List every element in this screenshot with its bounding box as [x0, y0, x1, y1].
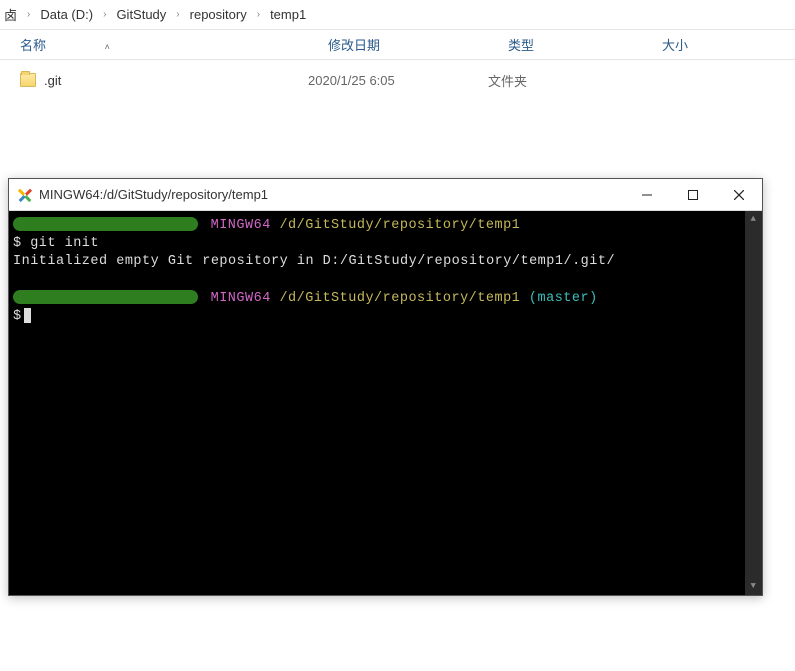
breadcrumb: 卤 › Data (D:) › GitStudy › repository › …	[0, 0, 795, 30]
file-name: .git	[44, 73, 61, 88]
terminal-command: $ git init	[13, 235, 762, 253]
folder-icon	[20, 73, 36, 87]
column-header-type[interactable]: 类型	[500, 35, 650, 54]
terminal-line: MINGW64 /d/GitStudy/repository/temp1 (ma…	[13, 290, 762, 308]
chevron-right-icon: ›	[251, 9, 266, 20]
window-title: MINGW64:/d/GitStudy/repository/temp1	[39, 187, 624, 202]
git-bash-icon	[17, 187, 33, 203]
file-list-header: 名称 ˄ 修改日期 类型 大小	[0, 30, 795, 60]
user-host-redacted	[13, 217, 198, 231]
breadcrumb-item-repository[interactable]: repository	[186, 7, 251, 22]
maximize-button[interactable]	[670, 179, 716, 211]
terminal-body[interactable]: MINGW64 /d/GitStudy/repository/temp1 $ g…	[9, 211, 762, 595]
chevron-right-icon: ›	[21, 9, 36, 20]
column-header-date[interactable]: 修改日期	[320, 35, 500, 54]
scroll-down-icon[interactable]: ▼	[745, 578, 762, 595]
terminal-output: Initialized empty Git repository in D:/G…	[13, 253, 762, 271]
chevron-right-icon: ›	[170, 9, 185, 20]
cursor-icon	[24, 308, 31, 323]
breadcrumb-item-gitstudy[interactable]: GitStudy	[112, 7, 170, 22]
user-host-redacted	[13, 290, 198, 304]
file-row[interactable]: .git 2020/1/25 6:05 文件夹	[0, 66, 795, 94]
breadcrumb-item-truncated[interactable]: 卤	[0, 5, 21, 24]
terminal-line: MINGW64 /d/GitStudy/repository/temp1	[13, 217, 762, 235]
scrollbar[interactable]: ▲ ▼	[745, 211, 762, 595]
titlebar[interactable]: MINGW64:/d/GitStudy/repository/temp1	[9, 179, 762, 211]
column-header-name[interactable]: 名称 ˄	[0, 35, 320, 54]
terminal-blank	[13, 272, 762, 290]
file-date: 2020/1/25 6:05	[300, 73, 480, 88]
chevron-right-icon: ›	[97, 9, 112, 20]
breadcrumb-item-temp1[interactable]: temp1	[266, 7, 310, 22]
scroll-up-icon[interactable]: ▲	[745, 211, 762, 228]
terminal-prompt: $	[13, 308, 762, 326]
terminal-window: MINGW64:/d/GitStudy/repository/temp1 MIN…	[8, 178, 763, 596]
column-header-size[interactable]: 大小	[650, 35, 750, 54]
file-type: 文件夹	[480, 71, 630, 90]
breadcrumb-item-data-d[interactable]: Data (D:)	[36, 7, 97, 22]
close-button[interactable]	[716, 179, 762, 211]
minimize-button[interactable]	[624, 179, 670, 211]
sort-asc-icon: ˄	[105, 42, 110, 52]
